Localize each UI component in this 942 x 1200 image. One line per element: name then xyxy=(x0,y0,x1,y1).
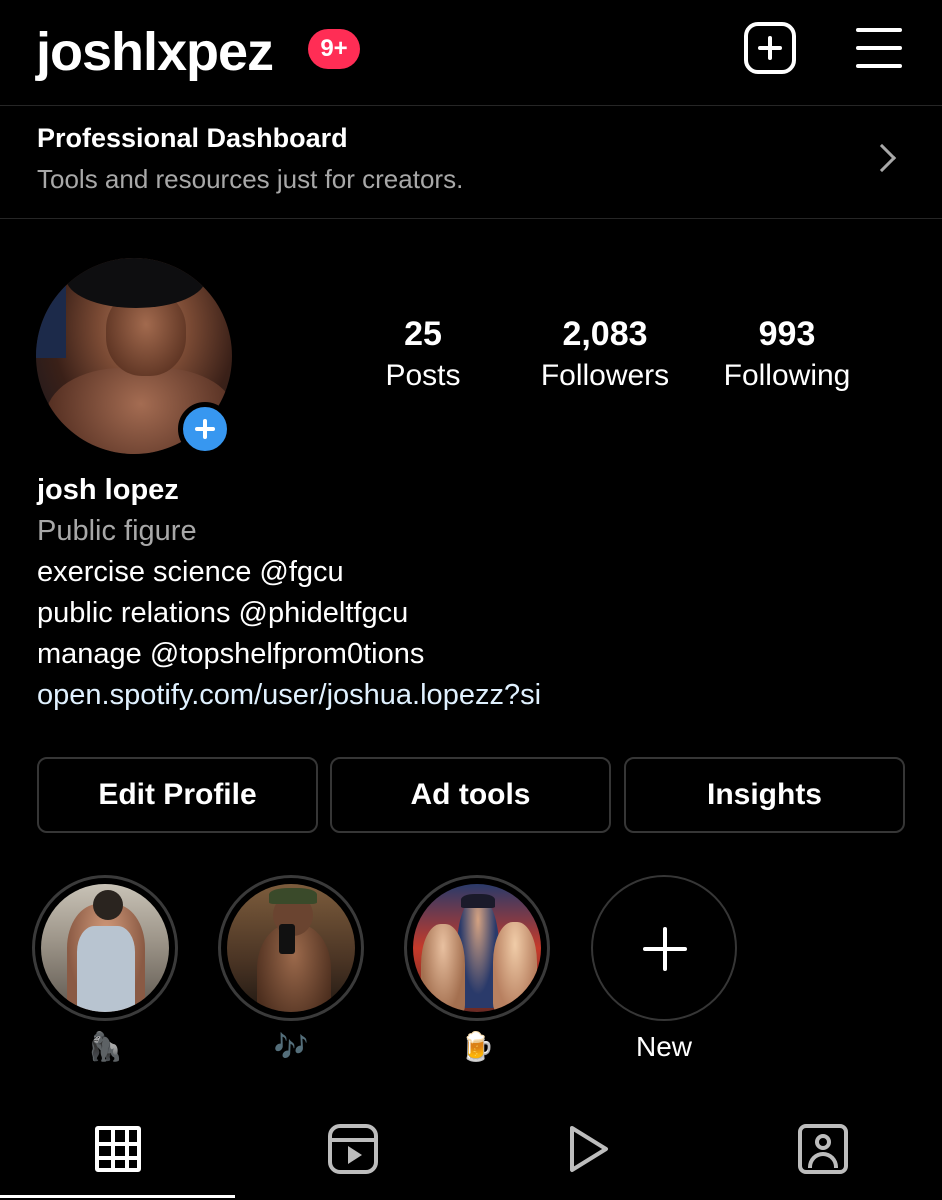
highlight-label: 🦍 xyxy=(87,1031,123,1062)
bio-line[interactable]: manage @topshelfprom0tions xyxy=(37,634,917,675)
bio-line[interactable]: public relations @phideltfgcu xyxy=(37,593,917,634)
tab-video[interactable] xyxy=(470,1100,705,1200)
story-highlight[interactable]: 🎶 xyxy=(218,875,364,1065)
dashboard-subtitle: Tools and resources just for creators. xyxy=(37,164,464,194)
highlight-cover xyxy=(227,884,355,1012)
reels-icon xyxy=(328,1124,378,1174)
bio-link[interactable]: open.spotify.com/user/joshua.lopezz?si xyxy=(37,675,917,716)
display-name: josh lopez xyxy=(37,474,179,506)
chevron-right-icon xyxy=(867,143,897,173)
insights-button[interactable]: Insights xyxy=(624,757,905,833)
divider xyxy=(0,218,942,219)
account-username[interactable]: joshlxpez xyxy=(36,20,274,84)
tab-reels[interactable] xyxy=(235,1100,470,1200)
plus-square-icon[interactable] xyxy=(744,22,796,74)
edit-profile-button[interactable]: Edit Profile xyxy=(37,757,318,833)
tab-tagged[interactable] xyxy=(705,1100,940,1200)
highlight-label: 🍺 xyxy=(459,1031,495,1062)
plus-icon xyxy=(643,927,687,971)
following-label: Following xyxy=(723,359,851,392)
stat-posts[interactable]: 25 Posts xyxy=(363,312,483,396)
posts-label: Posts xyxy=(385,359,461,392)
new-highlight-button[interactable]: New xyxy=(591,875,737,1065)
content-tab-bar xyxy=(0,1100,942,1200)
followers-label: Followers xyxy=(540,359,670,392)
ad-tools-button[interactable]: Ad tools xyxy=(330,757,611,833)
profile-category: Public figure xyxy=(37,515,197,547)
highlight-cover xyxy=(41,884,169,1012)
grid-icon xyxy=(95,1126,141,1172)
highlight-cover xyxy=(413,884,541,1012)
dashboard-title: Professional Dashboard xyxy=(37,123,348,153)
following-count: 993 xyxy=(758,315,816,353)
highlight-label: New xyxy=(635,1031,692,1062)
tagged-icon xyxy=(798,1124,848,1174)
video-play-icon xyxy=(570,1126,608,1172)
notification-badge[interactable]: 9+ xyxy=(308,29,360,69)
profile-header: joshlxpez 9+ xyxy=(0,0,942,105)
hamburger-menu-icon[interactable] xyxy=(856,28,902,68)
profile-bio: josh lopez Public figure exercise scienc… xyxy=(37,470,917,716)
story-highlight[interactable]: 🦍 xyxy=(32,875,178,1065)
highlight-label: 🎶 xyxy=(273,1031,309,1062)
followers-count: 2,083 xyxy=(562,315,648,353)
story-highlight[interactable]: 🍺 xyxy=(404,875,550,1065)
posts-count: 25 xyxy=(404,315,442,353)
professional-dashboard-row[interactable]: Professional Dashboard Tools and resourc… xyxy=(0,106,942,218)
add-story-icon[interactable] xyxy=(178,402,232,456)
bio-line[interactable]: exercise science @fgcu xyxy=(37,552,917,593)
tab-posts-grid[interactable] xyxy=(0,1100,235,1198)
stat-following[interactable]: 993 Following xyxy=(707,312,867,396)
stat-followers[interactable]: 2,083 Followers xyxy=(520,312,690,396)
